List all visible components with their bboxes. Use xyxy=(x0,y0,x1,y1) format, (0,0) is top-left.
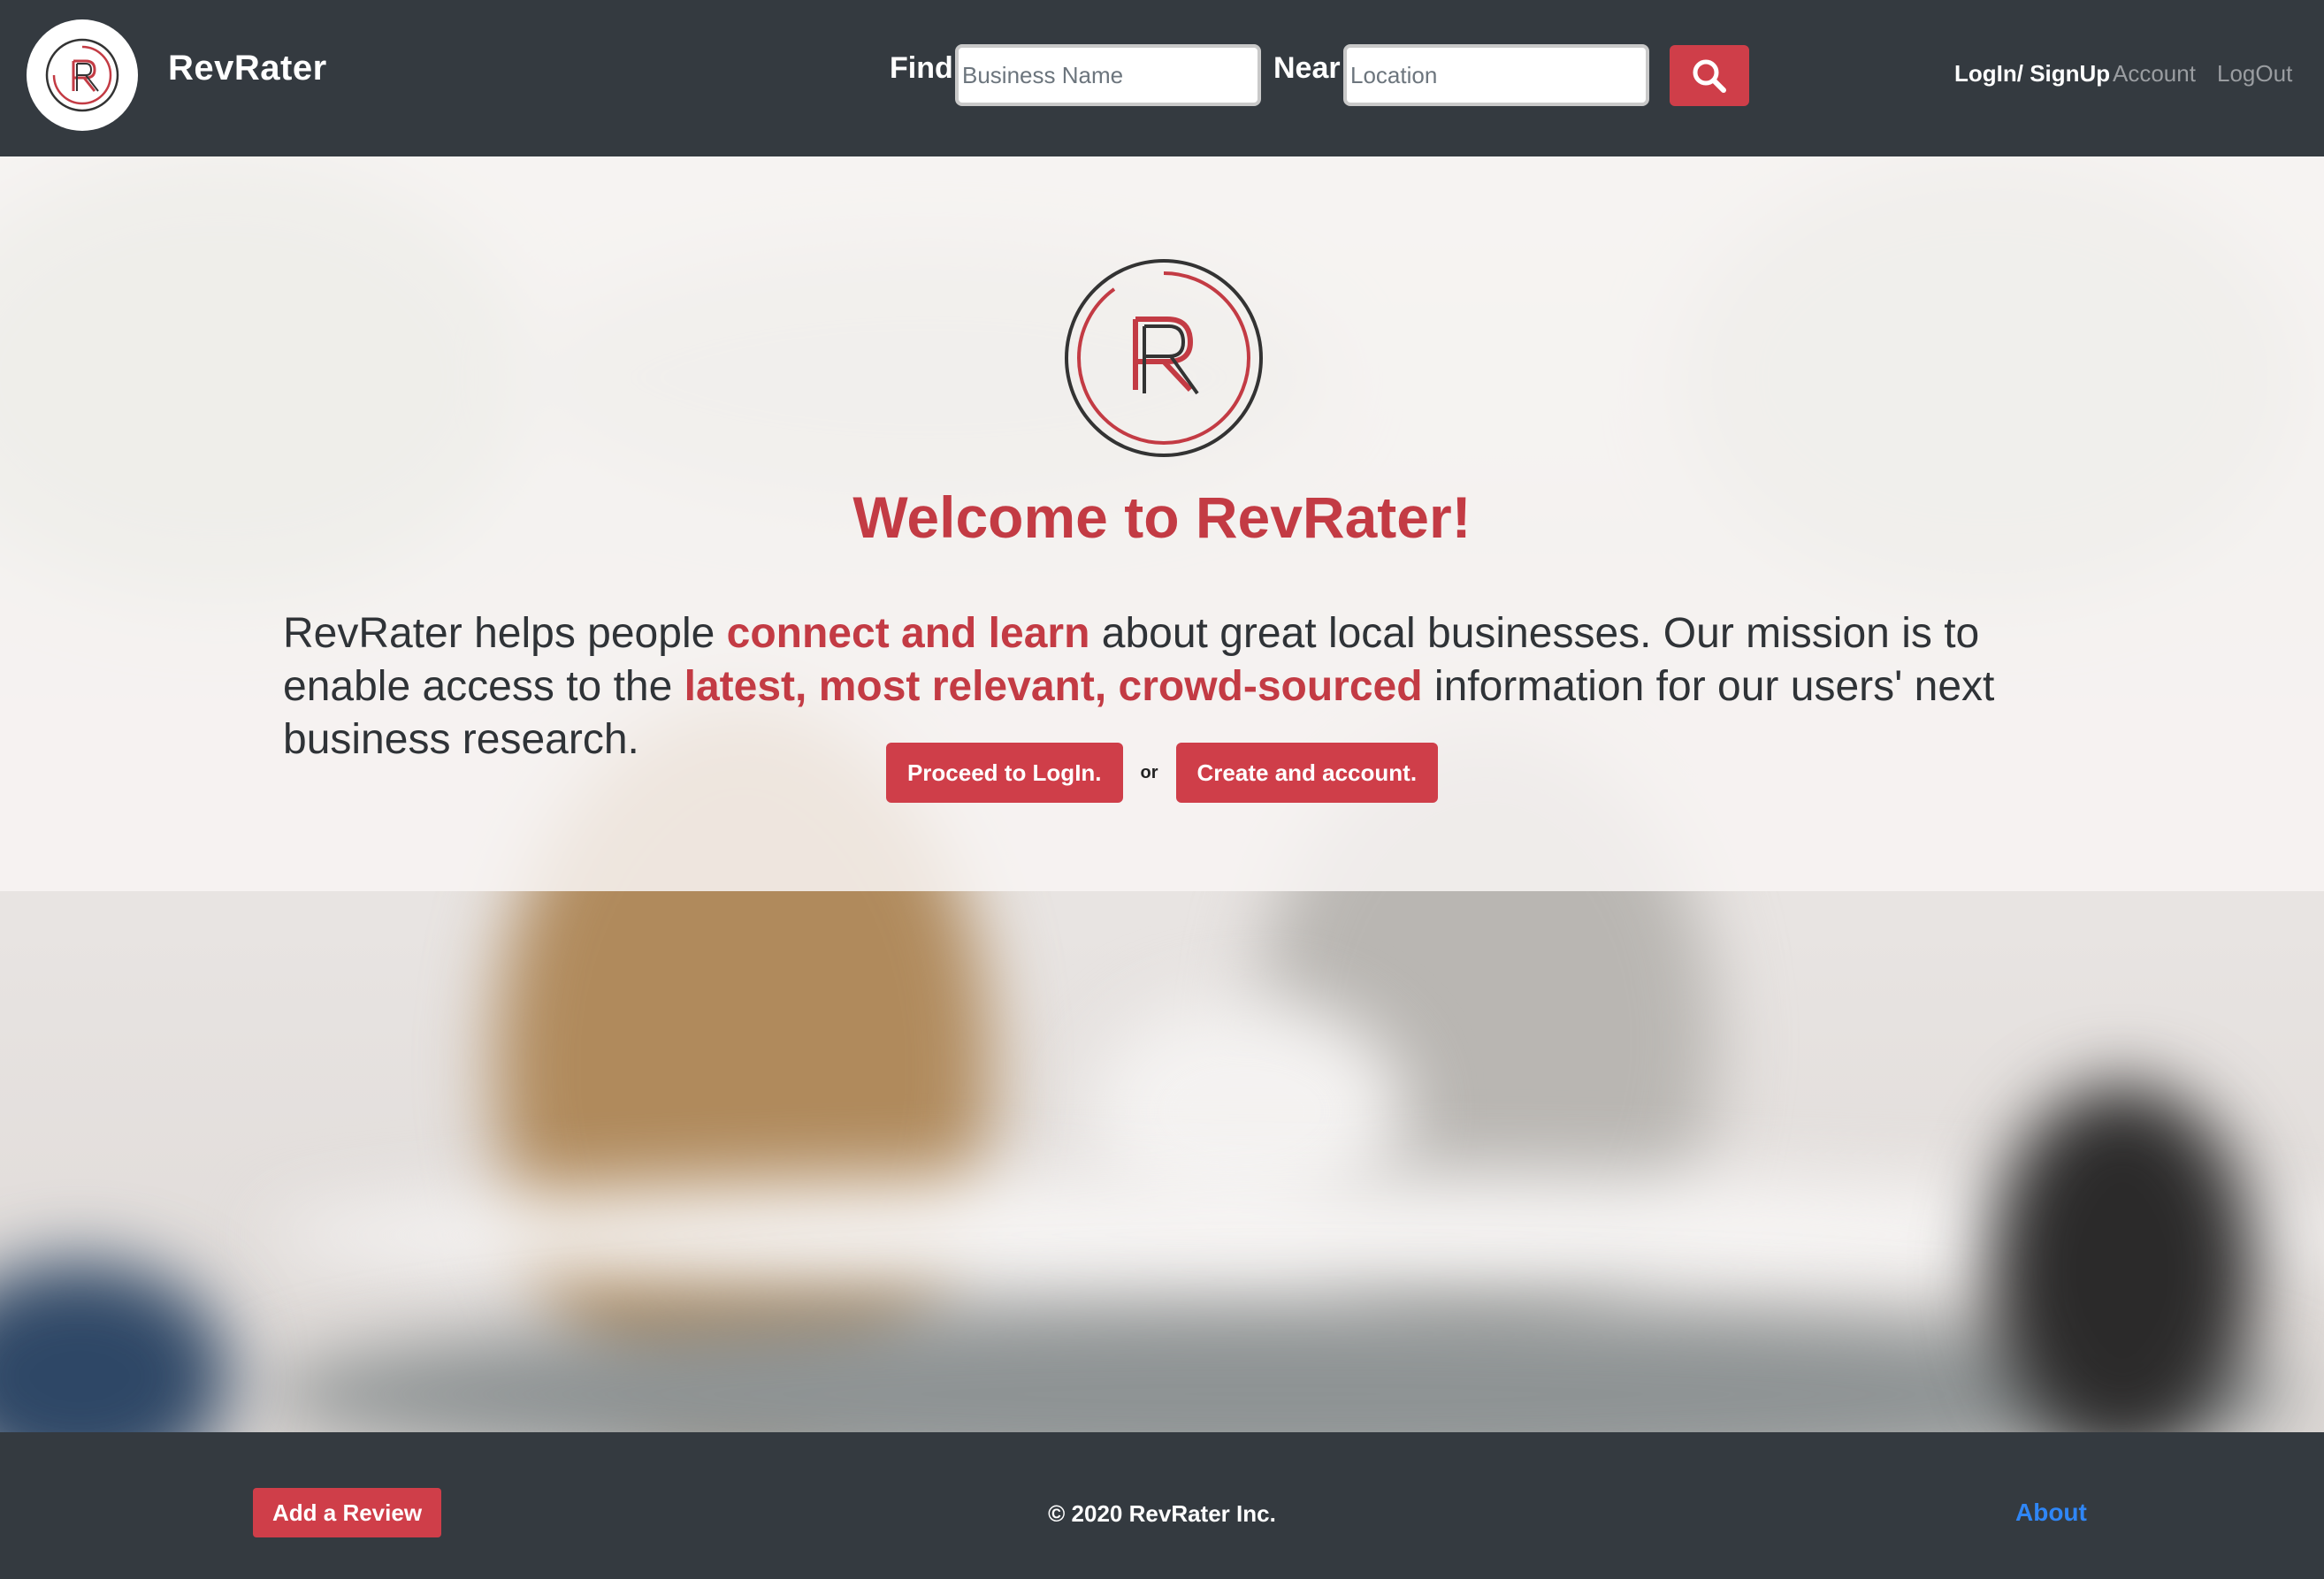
about-link[interactable]: About xyxy=(2015,1499,2087,1527)
near-label: Near xyxy=(1273,51,1341,85)
background-chair-shape xyxy=(0,1262,230,1432)
brand-logo[interactable] xyxy=(27,19,138,131)
welcome-heading: Welcome to RevRater! xyxy=(852,484,1472,550)
cta-row: Proceed to LogIn. or Create and account. xyxy=(0,743,2324,803)
business-name-input[interactable] xyxy=(955,44,1261,106)
copyright-text: © 2020 RevRater Inc. xyxy=(1048,1500,1276,1527)
mission-highlight: connect and learn xyxy=(726,610,1090,657)
mission-highlight: latest, most relevant, crowd-sourced xyxy=(684,663,1423,710)
revrater-logo-icon xyxy=(45,38,119,112)
nav-login-signup[interactable]: LogIn/ SignUp xyxy=(1954,60,2110,88)
search-icon xyxy=(1693,59,1726,93)
mission-text-part: RevRater helps people xyxy=(283,610,727,657)
footer: Add a Review © 2020 RevRater Inc. About xyxy=(0,1432,2324,1579)
top-navbar: RevRater Find Near LogIn/ SignUp Account… xyxy=(0,0,2324,156)
find-label: Find xyxy=(890,51,953,85)
create-account-button[interactable]: Create and account. xyxy=(1175,743,1439,803)
or-separator: or xyxy=(1140,762,1158,782)
nav-logout[interactable]: LogOut xyxy=(2217,60,2292,88)
proceed-to-login-button[interactable]: Proceed to LogIn. xyxy=(885,743,1123,803)
hero-section: Welcome to RevRater! RevRater helps peop… xyxy=(0,156,2324,1432)
search-button[interactable] xyxy=(1670,45,1749,106)
brand-name[interactable]: RevRater xyxy=(168,49,327,88)
nav-account[interactable]: Account xyxy=(2113,60,2196,88)
location-input[interactable] xyxy=(1343,44,1649,106)
revrater-logo-icon xyxy=(1065,259,1263,457)
background-coat-shape xyxy=(1990,1085,2255,1432)
